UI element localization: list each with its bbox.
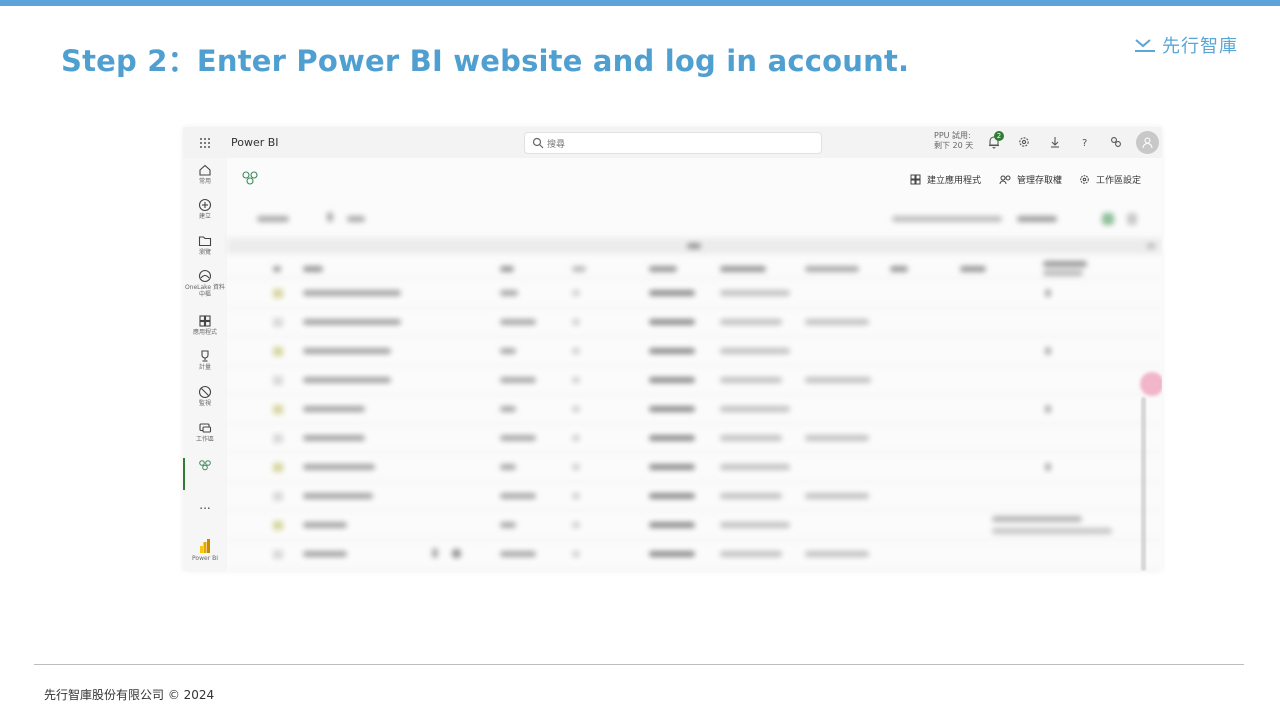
manage-access-button[interactable]: 管理存取權 xyxy=(999,173,1062,186)
workspace-group-icon xyxy=(242,171,258,185)
workspace-icon xyxy=(199,423,212,433)
nav-label: OneLake 資料中樞 xyxy=(184,284,226,298)
powerbi-screenshot: Power BI 搜尋 PPU 試用: 剩下 20 天 2 ? 常用 建立 瀏覽… xyxy=(183,127,1162,571)
trial-status[interactable]: PPU 試用: 剩下 20 天 xyxy=(934,131,973,151)
brand-name: 先行智庫 xyxy=(1162,36,1238,57)
monitor-icon xyxy=(198,385,212,399)
trial-line-1: PPU 試用: xyxy=(934,131,971,140)
waffle-icon[interactable] xyxy=(199,137,211,149)
settings-icon xyxy=(1080,175,1089,184)
nav-label: 工作區 xyxy=(195,436,214,443)
nav-item-create[interactable]: 建立 xyxy=(183,198,227,220)
nav-item-apps[interactable]: 應用程式 xyxy=(183,314,227,336)
trial-line-2: 剩下 20 天 xyxy=(934,141,974,150)
workspace-group-icon xyxy=(199,460,211,471)
nav-label: 瀏覽 xyxy=(198,249,211,256)
nav-item-current-workspace[interactable] xyxy=(183,458,227,472)
create-app-label: 建立應用程式 xyxy=(927,176,982,186)
create-app-button[interactable]: 建立應用程式 xyxy=(910,173,981,186)
table-row xyxy=(227,279,1162,308)
nav-item-browse[interactable]: 瀏覽 xyxy=(183,234,227,256)
nav-label: 常用 xyxy=(198,178,211,185)
notification-badge: 2 xyxy=(994,131,1004,141)
table-row xyxy=(227,308,1162,337)
table-row xyxy=(227,453,1162,482)
table-header xyxy=(227,258,1162,279)
slide-title: Step 2：Enter Power BI website and log in… xyxy=(61,44,910,78)
table-row xyxy=(227,395,1162,424)
app-name[interactable]: Power BI xyxy=(231,136,279,149)
plus-circle-icon xyxy=(198,198,212,212)
person-icon xyxy=(1142,137,1153,149)
table-row xyxy=(227,424,1162,453)
nav-label: 建立 xyxy=(198,213,211,220)
workspace-content: 建立應用程式 管理存取權 工作區設定 xyxy=(227,158,1162,571)
manage-access-label: 管理存取權 xyxy=(1017,176,1063,186)
svg-text:?: ? xyxy=(1082,138,1087,149)
table-row xyxy=(227,366,1162,395)
nav-item-onelake[interactable]: OneLake 資料中樞 xyxy=(183,269,227,298)
onelake-icon xyxy=(198,269,212,283)
nav-label: 計量 xyxy=(198,364,211,371)
blurred-toolbar xyxy=(227,203,1162,233)
search-icon xyxy=(532,137,544,149)
apps-icon xyxy=(199,315,211,327)
nav-item-monitor[interactable]: 監視 xyxy=(183,385,227,407)
brand-mark-icon xyxy=(1135,39,1155,52)
trophy-icon xyxy=(201,350,209,362)
manage-access-icon xyxy=(999,175,1011,185)
nav-label: Power BI xyxy=(192,555,218,562)
nav-item-powerbi[interactable]: Power BI xyxy=(183,538,227,562)
share-icon[interactable] xyxy=(1109,135,1123,149)
floating-indicator xyxy=(1140,372,1162,396)
blurred-items-table xyxy=(227,258,1162,571)
scrollbar[interactable] xyxy=(1141,397,1146,571)
nav-item-more[interactable]: ... xyxy=(183,498,227,512)
top-accent-bar xyxy=(0,0,1280,6)
table-row xyxy=(227,337,1162,366)
nav-item-metrics[interactable]: 計量 xyxy=(183,349,227,371)
table-row xyxy=(227,482,1162,511)
folder-icon xyxy=(198,236,212,247)
workspace-settings-button[interactable]: 工作區設定 xyxy=(1079,173,1141,186)
nav-label: 應用程式 xyxy=(192,329,217,336)
left-nav: 常用 建立 瀏覽 OneLake 資料中樞 應用程式 計量 監視 工作區 ...… xyxy=(183,158,228,571)
gear-icon[interactable] xyxy=(1017,135,1031,149)
workspace-settings-label: 工作區設定 xyxy=(1096,176,1142,186)
table-row xyxy=(227,540,1162,569)
footer-copyright: 先行智庫股份有限公司 © 2024 xyxy=(44,688,215,702)
home-icon xyxy=(199,164,211,176)
help-icon[interactable]: ? xyxy=(1078,135,1092,149)
more-icon: ... xyxy=(199,498,211,512)
powerbi-header: Power BI 搜尋 PPU 試用: 剩下 20 天 2 ? xyxy=(183,127,1162,159)
footer-divider xyxy=(34,664,1244,665)
create-app-icon xyxy=(910,174,921,185)
nav-label: 監視 xyxy=(198,400,211,407)
avatar[interactable] xyxy=(1136,131,1159,154)
blurred-group-bar xyxy=(227,238,1162,254)
nav-item-workspaces[interactable]: 工作區 xyxy=(183,421,227,443)
powerbi-logo-icon xyxy=(200,539,210,553)
nav-item-home[interactable]: 常用 xyxy=(183,163,227,185)
brand-logo: 先行智庫 xyxy=(1134,33,1238,57)
table-row xyxy=(227,511,1162,540)
download-icon[interactable] xyxy=(1048,135,1062,149)
search-placeholder: 搜尋 xyxy=(547,140,566,150)
search-input[interactable]: 搜尋 xyxy=(524,132,822,154)
